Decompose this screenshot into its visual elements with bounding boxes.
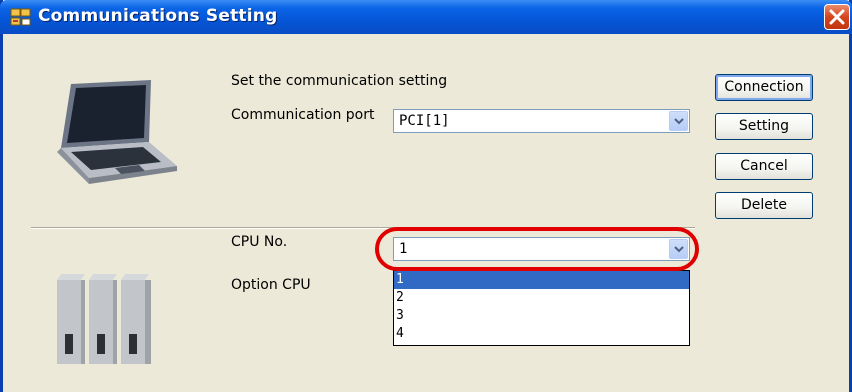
cpu-no-dropdown-list[interactable]: 1 2 3 4 bbox=[393, 270, 690, 346]
chevron-down-icon bbox=[674, 118, 684, 125]
close-button[interactable] bbox=[824, 4, 850, 30]
communication-heading: Set the communication setting bbox=[231, 73, 448, 89]
dropdown-option[interactable]: 2 bbox=[394, 289, 689, 307]
plc-cpu-modules-icon bbox=[57, 274, 151, 364]
option-cpu-label: Option CPU bbox=[231, 277, 311, 293]
communication-port-combobox[interactable]: PCI[1] bbox=[393, 109, 690, 133]
setting-button[interactable]: Setting bbox=[715, 113, 813, 140]
close-icon bbox=[829, 9, 845, 25]
laptop-icon bbox=[57, 80, 177, 184]
window-title: Communications Setting bbox=[38, 6, 278, 26]
dropdown-option[interactable]: 4 bbox=[394, 325, 689, 343]
cancel-button[interactable]: Cancel bbox=[715, 153, 813, 180]
communications-setting-window: Communications Setting Set the communica… bbox=[0, 0, 852, 392]
delete-button[interactable]: Delete bbox=[715, 192, 813, 219]
communication-port-label: Communication port bbox=[231, 107, 375, 123]
combobox-dropdown-button[interactable] bbox=[669, 111, 688, 131]
connection-button[interactable]: Connection bbox=[715, 74, 813, 101]
highlight-annotation-ring bbox=[375, 227, 699, 271]
communication-port-value: PCI[1] bbox=[399, 113, 450, 129]
dropdown-option[interactable]: 1 bbox=[394, 271, 689, 289]
title-bar[interactable]: Communications Setting bbox=[0, 0, 852, 34]
cpu-no-label: CPU No. bbox=[231, 234, 288, 250]
network-app-icon bbox=[10, 8, 31, 26]
dropdown-option[interactable]: 3 bbox=[394, 307, 689, 325]
